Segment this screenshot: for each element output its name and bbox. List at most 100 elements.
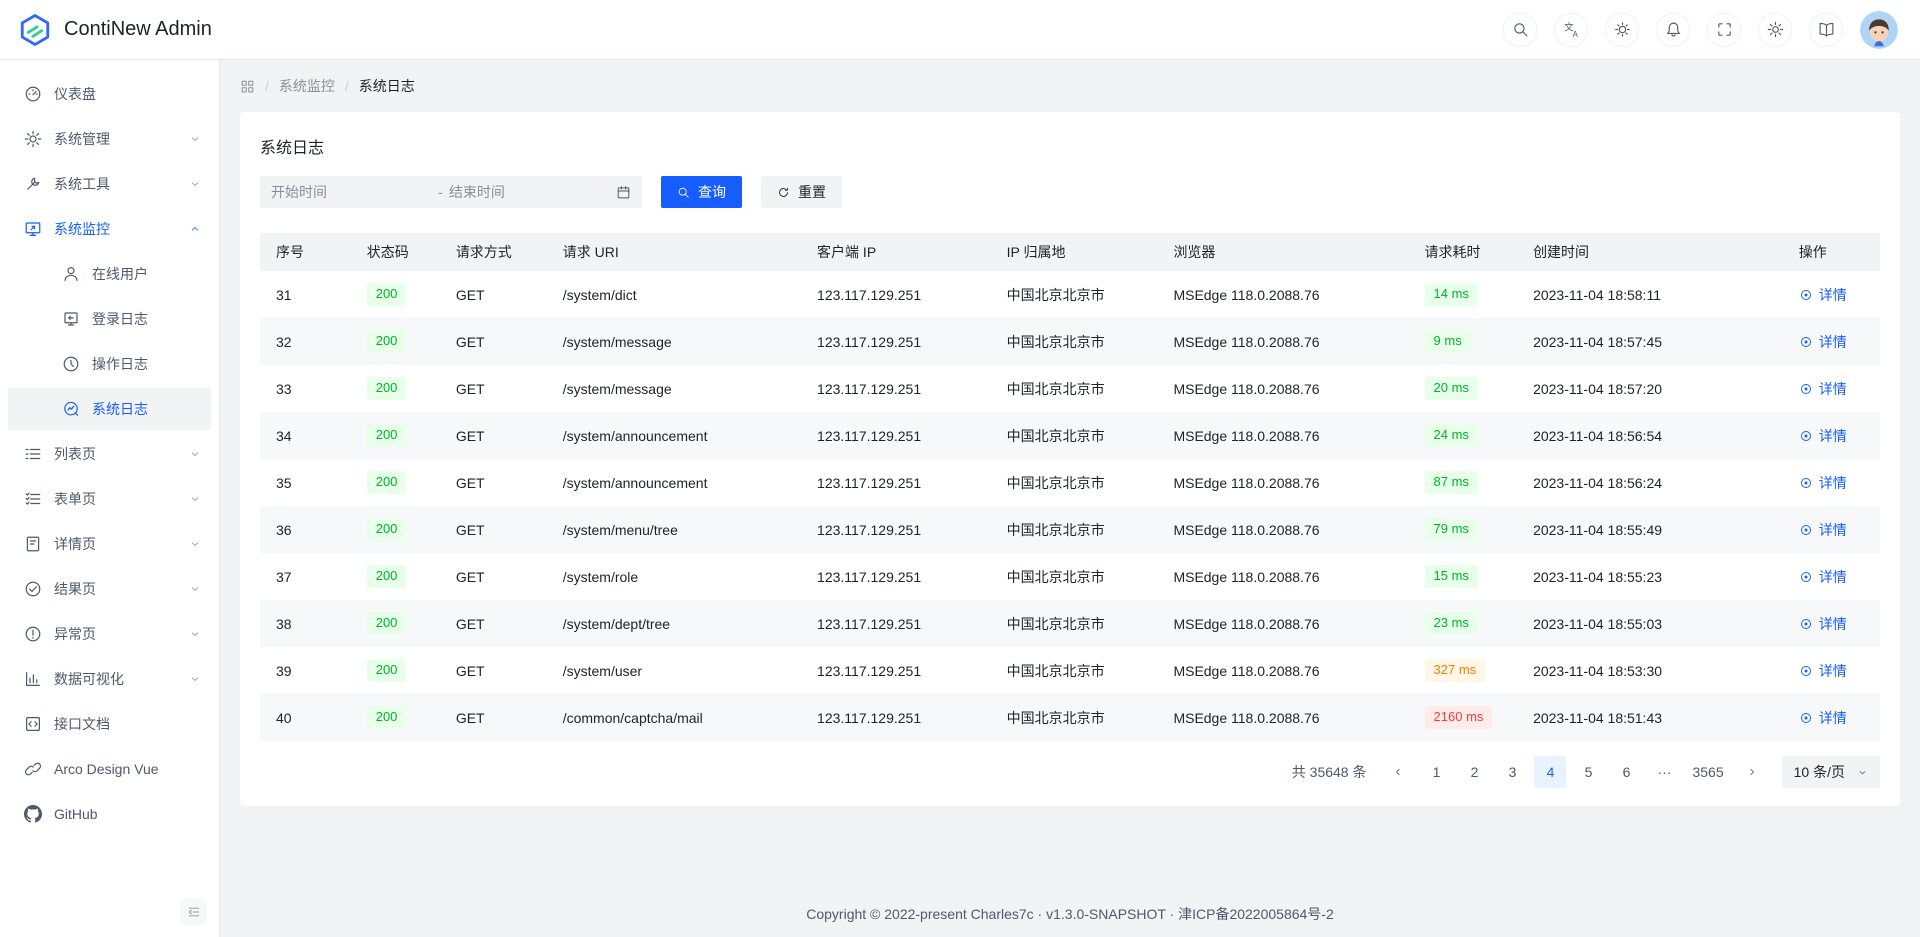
- cell-actions: 详情: [1783, 694, 1880, 741]
- theme-button[interactable]: [1605, 13, 1639, 47]
- cell-status: 200: [351, 459, 440, 506]
- eye-icon: [1799, 617, 1813, 631]
- detail-link[interactable]: 详情: [1799, 520, 1847, 540]
- cell-actions: 详情: [1783, 506, 1880, 553]
- search-button[interactable]: [1503, 13, 1537, 47]
- page-size-select[interactable]: 10 条/页: [1782, 756, 1880, 788]
- pagination-page-4[interactable]: 4: [1534, 756, 1566, 788]
- sidebar-item-system-logs[interactable]: 系统日志: [8, 388, 211, 430]
- notifications-button[interactable]: [1656, 13, 1690, 47]
- cell-uri: /system/announcement: [547, 412, 801, 459]
- pagination-page-5[interactable]: 5: [1572, 756, 1604, 788]
- exception-icon: [24, 625, 42, 643]
- detail-link[interactable]: 详情: [1799, 426, 1847, 446]
- sidebar-item-operation-logs[interactable]: 操作日志: [8, 343, 211, 385]
- detail-link[interactable]: 详情: [1799, 473, 1847, 493]
- detail-link[interactable]: 详情: [1799, 285, 1847, 305]
- topbar-actions: 文A: [1503, 11, 1898, 49]
- login-log-icon: [62, 310, 80, 328]
- pagination-prev-button[interactable]: [1382, 756, 1414, 788]
- cell-created-at: 2023-11-04 18:55:49: [1517, 506, 1783, 553]
- cell-ip-region: 中国北京北京市: [991, 318, 1158, 365]
- cell-elapsed: 79 ms: [1409, 506, 1518, 553]
- sidebar-item-arco-design-vue[interactable]: Arco Design Vue: [8, 748, 211, 790]
- avatar[interactable]: [1860, 11, 1898, 49]
- start-time-input[interactable]: [271, 184, 432, 200]
- sidebar-item-online-users[interactable]: 在线用户: [8, 253, 211, 295]
- pagination-next-button[interactable]: [1736, 756, 1768, 788]
- language-icon: 文A: [1563, 21, 1580, 38]
- status-badge: 200: [367, 330, 407, 352]
- cell-browser: MSEdge 118.0.2088.76: [1157, 694, 1408, 741]
- sidebar-item-result-pages[interactable]: 结果页: [8, 568, 211, 610]
- breadcrumb: /系统监控/系统日志: [240, 60, 1900, 112]
- cell-no: 36: [260, 506, 351, 553]
- sidebar-item-login-logs[interactable]: 登录日志: [8, 298, 211, 340]
- sidebar-item-detail-pages[interactable]: 详情页: [8, 523, 211, 565]
- sidebar-item-api-docs[interactable]: 接口文档: [8, 703, 211, 745]
- sidebar-item-system-monitor[interactable]: 系统监控: [8, 208, 211, 250]
- user-icon: [62, 265, 80, 283]
- pagination-ellipsis[interactable]: ···: [1648, 756, 1680, 788]
- status-badge: 200: [367, 283, 407, 305]
- sidebar-item-system-tools[interactable]: 系统工具: [8, 163, 211, 205]
- collapse-sidebar-button[interactable]: [180, 898, 207, 925]
- date-range-picker[interactable]: -: [260, 176, 642, 208]
- cell-created-at: 2023-11-04 18:55:03: [1517, 600, 1783, 647]
- sidebar-item-exception-pages[interactable]: 异常页: [8, 613, 211, 655]
- end-time-input[interactable]: [449, 184, 610, 200]
- cell-client-ip: 123.117.129.251: [801, 318, 991, 365]
- sidebar-item-system-management[interactable]: 系统管理: [8, 118, 211, 160]
- cell-browser: MSEdge 118.0.2088.76: [1157, 412, 1408, 459]
- breadcrumb-item[interactable]: 系统日志: [359, 76, 415, 96]
- table-row: 36200GET/system/menu/tree123.117.129.251…: [260, 506, 1880, 553]
- sidebar-item-list-pages[interactable]: 列表页: [8, 433, 211, 475]
- reset-button[interactable]: 重置: [761, 176, 842, 208]
- logo-area[interactable]: ContiNew Admin: [18, 13, 212, 47]
- sidebar-item-form-pages[interactable]: 表单页: [8, 478, 211, 520]
- cell-actions: 详情: [1783, 271, 1880, 318]
- cell-browser: MSEdge 118.0.2088.76: [1157, 318, 1408, 365]
- cell-elapsed: 2160 ms: [1409, 694, 1518, 741]
- column-header: IP 归属地: [991, 233, 1158, 271]
- detail-link[interactable]: 详情: [1799, 567, 1847, 587]
- cell-created-at: 2023-11-04 18:57:45: [1517, 318, 1783, 365]
- elapsed-badge: 23 ms: [1425, 612, 1478, 634]
- elapsed-badge: 87 ms: [1425, 471, 1478, 493]
- pagination: 共 35648 条 123456···3565 10 条/页: [260, 756, 1880, 788]
- docs-button[interactable]: [1809, 13, 1843, 47]
- settings-button[interactable]: [1758, 13, 1792, 47]
- apps-icon[interactable]: [240, 79, 255, 94]
- page-size-value: 10 条/页: [1794, 762, 1845, 782]
- footer: Copyright © 2022-present Charles7c · v1.…: [240, 889, 1900, 937]
- detail-link[interactable]: 详情: [1799, 661, 1847, 681]
- breadcrumb-item[interactable]: 系统监控: [279, 76, 335, 96]
- pagination-page-3[interactable]: 3: [1496, 756, 1528, 788]
- pagination-page-2[interactable]: 2: [1458, 756, 1490, 788]
- detail-link[interactable]: 详情: [1799, 379, 1847, 399]
- search-button[interactable]: 查询: [661, 176, 742, 208]
- sidebar-item-dashboard[interactable]: 仪表盘: [8, 73, 211, 115]
- cell-created-at: 2023-11-04 18:58:11: [1517, 271, 1783, 318]
- pagination-page-1[interactable]: 1: [1420, 756, 1452, 788]
- language-button[interactable]: 文A: [1554, 13, 1588, 47]
- sidebar-item-data-visualization[interactable]: 数据可视化: [8, 658, 211, 700]
- calendar-icon: [616, 185, 631, 200]
- fullscreen-button[interactable]: [1707, 13, 1741, 47]
- reset-button-label: 重置: [798, 182, 826, 202]
- detail-link[interactable]: 详情: [1799, 332, 1847, 352]
- sidebar-item-github[interactable]: GitHub: [8, 793, 211, 835]
- column-header: 请求 URI: [547, 233, 801, 271]
- cell-elapsed: 327 ms: [1409, 647, 1518, 694]
- cell-no: 34: [260, 412, 351, 459]
- table-row: 38200GET/system/dept/tree123.117.129.251…: [260, 600, 1880, 647]
- detail-link[interactable]: 详情: [1799, 708, 1847, 728]
- pagination-page-3565[interactable]: 3565: [1686, 756, 1729, 788]
- elapsed-badge: 2160 ms: [1425, 706, 1493, 728]
- detail-link[interactable]: 详情: [1799, 614, 1847, 634]
- cell-method: GET: [440, 412, 547, 459]
- chevron-down-icon: [1857, 767, 1868, 778]
- pagination-page-6[interactable]: 6: [1610, 756, 1642, 788]
- wrench-icon: [24, 175, 42, 193]
- table-row: 34200GET/system/announcement123.117.129.…: [260, 412, 1880, 459]
